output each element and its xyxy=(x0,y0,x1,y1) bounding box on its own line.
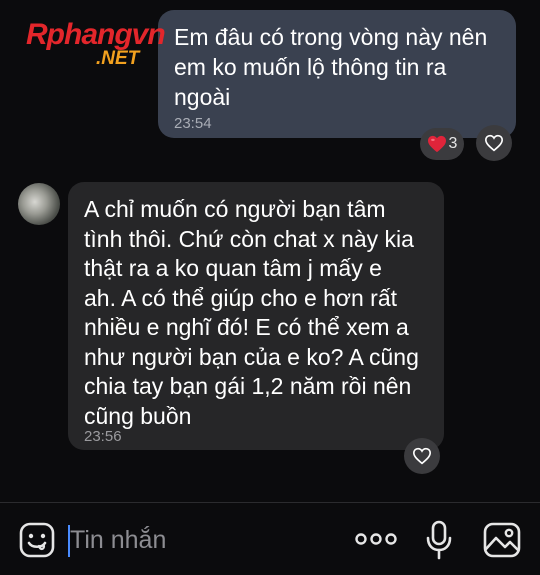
more-dots-icon xyxy=(355,533,397,545)
reaction-badge[interactable]: 3 xyxy=(420,128,464,160)
watermark-brand-main: Rphangvn xyxy=(26,18,166,51)
sticker-button[interactable] xyxy=(18,521,56,559)
image-button[interactable] xyxy=(482,521,522,559)
message-time: 23:54 xyxy=(174,115,212,132)
watermark-logo: Rphangvn .NET xyxy=(26,18,206,70)
like-button[interactable] xyxy=(404,438,440,474)
message-time: 23:56 xyxy=(84,428,122,445)
microphone-icon xyxy=(426,520,452,560)
message-input-bar xyxy=(0,503,540,575)
heart-icon xyxy=(427,135,446,153)
outgoing-message-bubble[interactable]: Em đâu có trong vòng này nên em ko muốn … xyxy=(158,10,516,138)
avatar[interactable] xyxy=(18,183,60,225)
like-button[interactable] xyxy=(476,125,512,161)
image-icon xyxy=(483,522,521,558)
message-text: A chỉ muốn có người bạn tâm tình thôi. C… xyxy=(84,196,419,429)
reaction-count: 3 xyxy=(448,135,458,152)
heart-outline-icon xyxy=(412,447,432,465)
heart-outline-icon xyxy=(484,134,504,152)
microphone-button[interactable] xyxy=(424,519,454,561)
message-text: Em đâu có trong vòng này nên em ko muốn … xyxy=(174,24,488,110)
message-input[interactable] xyxy=(70,519,340,561)
watermark-brand-sub: .NET xyxy=(96,48,140,69)
incoming-message-bubble[interactable]: A chỉ muốn có người bạn tâm tình thôi. C… xyxy=(68,182,444,450)
sticker-smile-icon xyxy=(19,522,55,558)
more-button[interactable] xyxy=(354,527,398,551)
chat-area[interactable]: Em đâu có trong vòng này nên em ko muốn … xyxy=(0,0,540,502)
